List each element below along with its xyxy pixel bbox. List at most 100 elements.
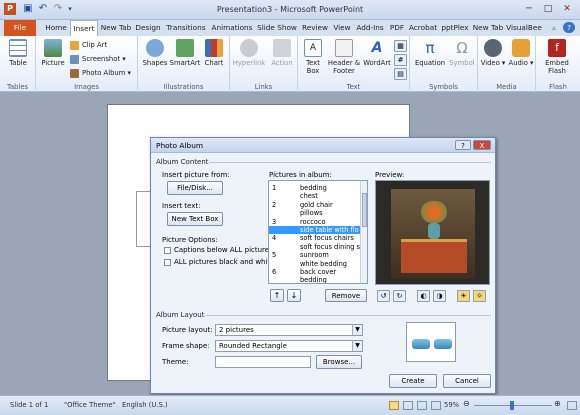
equation-button[interactable]: π Equation — [413, 39, 447, 67]
pictures-scrollbar[interactable] — [360, 181, 367, 283]
ribbon-minimize-icon[interactable]: ▵ — [549, 20, 559, 36]
reading-view-icon[interactable] — [417, 401, 427, 410]
object-icon[interactable]: ▤ — [394, 68, 407, 80]
hyperlink-button[interactable]: Hyperlink — [232, 39, 266, 67]
group-media: Video ▾ Audio ▾ Media — [478, 36, 536, 92]
action-button[interactable]: Action — [268, 39, 296, 67]
audio-button[interactable]: Audio ▾ — [508, 39, 534, 67]
tab-design[interactable]: Design — [134, 20, 162, 36]
list-item[interactable]: 4 soft focus chairs — [269, 234, 361, 242]
rotate-right-icon[interactable]: ↻ — [393, 290, 406, 302]
list-item[interactable]: 3 roccoco — [269, 218, 361, 226]
tab-add-ins[interactable]: Add-Ins — [354, 20, 386, 36]
picture-layout-select[interactable]: 2 pictures ▼ — [215, 324, 363, 336]
list-item[interactable]: pillows — [269, 209, 361, 217]
fit-to-window-icon[interactable] — [567, 401, 577, 410]
zoom-out-icon[interactable]: ⊖ — [463, 399, 470, 408]
help-icon[interactable]: ? — [563, 22, 575, 33]
chevron-down-icon[interactable]: ▼ — [352, 341, 362, 351]
tab-home[interactable]: Home — [44, 20, 68, 36]
table-button[interactable]: Table — [2, 39, 34, 67]
picture-button[interactable]: Picture — [40, 39, 66, 67]
list-item[interactable]: 1 bedding — [269, 184, 361, 192]
brightness-down-icon[interactable]: ☼ — [473, 290, 486, 302]
album-layout-heading: Album Layout — [156, 311, 205, 319]
slide-sorter-icon[interactable] — [403, 401, 413, 410]
brightness-up-icon[interactable]: ☀ — [457, 290, 470, 302]
tab-animations[interactable]: Animations — [210, 20, 254, 36]
list-item-number: 2 — [272, 200, 277, 209]
tab-new-tab-2[interactable]: New Tab — [472, 20, 504, 36]
create-button[interactable]: Create — [389, 374, 437, 388]
chevron-down-icon[interactable]: ▼ — [352, 325, 362, 335]
photo-album-button[interactable]: Photo Album ▾ — [70, 67, 131, 79]
captions-label: Captions below ALL pictures — [174, 246, 273, 254]
tab-insert[interactable]: Insert — [70, 20, 98, 36]
minimize-icon[interactable]: ─ — [520, 2, 538, 16]
pictures-list[interactable]: 1 bedding chest 2 gold chair pillows 3 roccoco s… — [268, 180, 368, 284]
layout-thumb-1 — [412, 339, 430, 349]
clip-art-button[interactable]: Clip Art — [70, 39, 107, 51]
tab-pptplex[interactable]: pptPlex — [440, 20, 470, 36]
normal-view-icon[interactable] — [389, 401, 399, 410]
new-text-box-button[interactable]: New Text Box — [167, 212, 223, 226]
tab-acrobat[interactable]: Acrobat — [408, 20, 438, 36]
file-disk-button[interactable]: File/Disk... — [167, 181, 223, 195]
move-up-button[interactable]: ↑ — [270, 289, 284, 302]
contrast-up-icon[interactable]: ◐ — [417, 290, 430, 302]
dialog-close-button[interactable]: X — [473, 140, 491, 150]
frame-shape-select[interactable]: Rounded Rectangle ▼ — [215, 340, 363, 352]
zoom-slider-thumb[interactable] — [510, 401, 514, 410]
list-item[interactable]: bedding — [269, 276, 361, 283]
list-item[interactable]: chest — [269, 192, 361, 200]
captions-checkbox[interactable] — [164, 247, 171, 254]
chart-button[interactable]: Chart — [201, 39, 227, 67]
language[interactable]: English (U.S.) — [122, 401, 168, 409]
group-images-label: Images — [74, 83, 99, 91]
zoom-level[interactable]: 59% — [444, 401, 459, 409]
slide-show-icon[interactable] — [431, 401, 441, 410]
list-item[interactable]: 2 gold chair — [269, 201, 361, 209]
list-item[interactable]: 5 sunroom — [269, 251, 361, 259]
tab-transitions[interactable]: Transitions — [164, 20, 208, 36]
tab-review[interactable]: Review — [300, 20, 330, 36]
list-item[interactable]: white bedding — [269, 260, 361, 268]
tab-pdf[interactable]: PDF — [388, 20, 406, 36]
header-footer-button[interactable]: Header & Footer — [326, 39, 362, 75]
date-time-icon[interactable]: ▦ — [394, 40, 407, 52]
remove-button[interactable]: Remove — [325, 289, 367, 302]
list-item[interactable]: soft focus dining s — [269, 243, 361, 251]
text-box-button[interactable]: A Text Box — [301, 39, 325, 75]
cancel-button[interactable]: Cancel — [443, 374, 491, 388]
layout-thumb-2 — [434, 339, 452, 349]
tab-new-tab[interactable]: New Tab — [100, 20, 132, 36]
tab-view[interactable]: View — [332, 20, 352, 36]
video-button[interactable]: Video ▾ — [480, 39, 506, 67]
slide-number-icon[interactable]: # — [394, 54, 407, 66]
group-symbols: π Equation Ω Symbol Symbols — [410, 36, 478, 92]
shapes-button[interactable]: Shapes — [141, 39, 169, 67]
zoom-in-icon[interactable]: ⊕ — [554, 399, 561, 408]
scroll-thumb[interactable] — [362, 193, 367, 227]
tab-file[interactable]: File — [4, 20, 36, 36]
close-icon[interactable]: ✕ — [558, 2, 576, 16]
theme-input[interactable] — [215, 356, 311, 368]
smartart-button[interactable]: SmartArt — [169, 39, 201, 67]
move-down-button[interactable]: ↓ — [287, 289, 301, 302]
symbol-button[interactable]: Ω Symbol — [448, 39, 476, 67]
black-white-checkbox[interactable] — [164, 259, 171, 266]
wordart-button[interactable]: A WordArt — [362, 39, 392, 67]
group-symbols-label: Symbols — [429, 83, 458, 91]
action-icon — [273, 39, 291, 57]
tab-visualbee[interactable]: VisualBee — [506, 20, 542, 36]
list-item[interactable]: 6 back cover — [269, 268, 361, 276]
dialog-help-button[interactable]: ? — [455, 140, 471, 150]
browse-button[interactable]: Browse... — [316, 355, 362, 369]
tab-slide-show[interactable]: Slide Show — [256, 20, 298, 36]
maximize-icon[interactable]: □ — [539, 2, 557, 16]
list-item[interactable]: side table with flo — [269, 226, 361, 234]
rotate-left-icon[interactable]: ↺ — [377, 290, 390, 302]
screenshot-button[interactable]: Screenshot ▾ — [70, 53, 126, 65]
contrast-down-icon[interactable]: ◑ — [433, 290, 446, 302]
embed-flash-button[interactable]: f Embed Flash — [538, 39, 576, 75]
